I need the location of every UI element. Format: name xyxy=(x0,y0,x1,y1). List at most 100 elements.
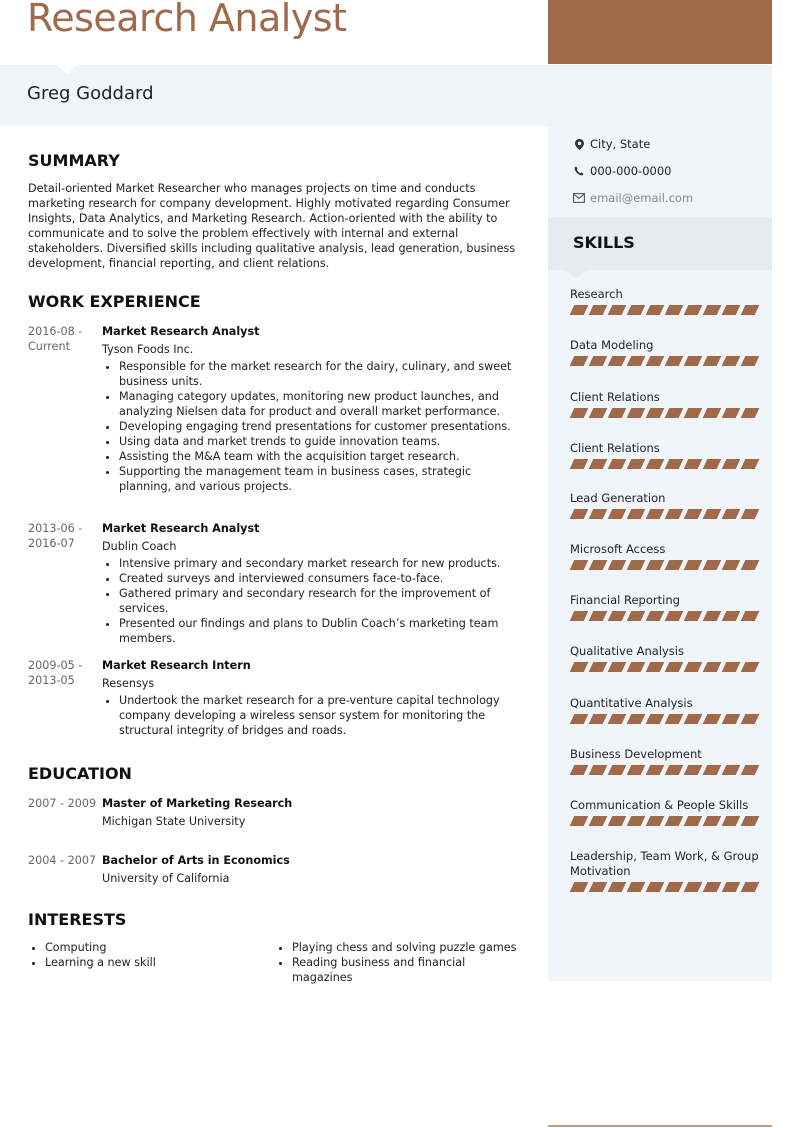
job-bullet: Responsible for the market research for … xyxy=(119,359,522,389)
skill-level-bar xyxy=(569,662,760,672)
skill-level-segment xyxy=(645,765,665,775)
skill-level-segment xyxy=(607,560,627,570)
skill-level-segment xyxy=(664,816,684,826)
skill-level-bar xyxy=(569,509,760,519)
skill-level-segment xyxy=(740,662,760,672)
skill-level-segment xyxy=(588,611,608,621)
skill-level-segment xyxy=(607,611,627,621)
skill-item: Microsoft Access xyxy=(569,542,760,570)
job-bullets: Undertook the market research for a pre-… xyxy=(102,693,522,738)
skill-level-segment xyxy=(740,459,760,469)
skill-level-bar xyxy=(569,560,760,570)
skill-label: Client Relations xyxy=(570,390,660,404)
skill-level-segment xyxy=(626,356,646,366)
skill-level-segment xyxy=(683,714,703,724)
job-bullet: Assisting the M&A team with the acquisit… xyxy=(119,449,522,464)
job-bullet: Using data and market trends to guide in… xyxy=(119,434,522,449)
skill-label: Communication & People Skills xyxy=(570,798,749,812)
job-role: Market Research Analyst xyxy=(102,325,260,338)
skill-level-segment xyxy=(721,816,741,826)
work-experience-heading: WORK EXPERIENCE xyxy=(28,292,201,311)
skill-level-segment xyxy=(645,509,665,519)
skill-item: Research xyxy=(569,287,760,315)
skill-level-segment xyxy=(588,882,608,892)
education-school: Michigan State University xyxy=(102,815,246,828)
skill-level-segment xyxy=(626,305,646,315)
skill-level-segment xyxy=(569,662,589,672)
skill-level-segment xyxy=(721,509,741,519)
job-date: 2016-08 - Current xyxy=(28,325,83,353)
job-bullet: Intensive primary and secondary market r… xyxy=(119,556,522,571)
skill-level-segment xyxy=(569,560,589,570)
skill-level-segment xyxy=(588,816,608,826)
skill-level-segment xyxy=(702,714,722,724)
job-date: 2009-05 - 2013-05 xyxy=(28,659,83,687)
skill-level-bar xyxy=(569,765,760,775)
skill-item: Communication & People Skills xyxy=(569,798,760,826)
education-heading: EDUCATION xyxy=(28,764,132,783)
skill-level-segment xyxy=(569,305,589,315)
skill-level-segment xyxy=(645,714,665,724)
skill-level-segment xyxy=(740,356,760,366)
skill-label: Data Modeling xyxy=(570,338,654,352)
skill-level-segment xyxy=(588,459,608,469)
location-text: City, State xyxy=(590,137,651,151)
email-text[interactable]: email@email.com xyxy=(590,191,693,205)
skill-level-segment xyxy=(626,509,646,519)
skill-level-segment xyxy=(664,560,684,570)
skill-level-segment xyxy=(702,459,722,469)
skill-level-segment xyxy=(645,662,665,672)
education-details: Bachelor of Arts in Economics University … xyxy=(102,853,522,886)
skill-level-segment xyxy=(683,459,703,469)
skill-level-segment xyxy=(645,408,665,418)
skill-level-segment xyxy=(607,765,627,775)
skill-level-segment xyxy=(740,408,760,418)
skill-level-segment xyxy=(664,305,684,315)
skill-level-segment xyxy=(664,611,684,621)
skill-item: Data Modeling xyxy=(569,338,760,366)
skill-level-segment xyxy=(721,662,741,672)
job-details: Market Research Analyst Tyson Foods Inc. R… xyxy=(102,324,522,494)
skill-item: Lead Generation xyxy=(569,491,760,519)
skill-item: Client Relations xyxy=(569,390,760,418)
skill-item: Client Relations xyxy=(569,441,760,469)
skill-level-bar xyxy=(569,714,760,724)
skill-level-segment xyxy=(645,459,665,469)
education-school: University of California xyxy=(102,872,230,885)
skill-level-segment xyxy=(664,882,684,892)
education-details: Master of Marketing Research Michigan Sta… xyxy=(102,796,522,829)
skill-level-segment xyxy=(740,305,760,315)
skill-level-segment xyxy=(645,356,665,366)
skill-level-segment xyxy=(683,356,703,366)
skill-level-segment xyxy=(664,714,684,724)
interests-column-1: ComputingLearning a new skill xyxy=(28,940,275,985)
skill-level-segment xyxy=(607,356,627,366)
contact-location: City, State xyxy=(573,137,650,151)
skill-level-segment xyxy=(740,509,760,519)
skill-item: Leadership, Team Work, & Group Motivatio… xyxy=(569,849,760,892)
summary-text: Detail-oriented Market Researcher who ma… xyxy=(28,182,516,270)
candidate-name: Greg Goddard xyxy=(27,83,154,104)
skill-level-segment xyxy=(645,305,665,315)
name-band-notch xyxy=(56,65,78,74)
skill-level-segment xyxy=(607,509,627,519)
skill-level-segment xyxy=(626,560,646,570)
skill-level-segment xyxy=(721,882,741,892)
skill-level-segment xyxy=(702,509,722,519)
envelope-icon xyxy=(573,192,585,204)
job-company: Tyson Foods Inc. xyxy=(102,343,194,356)
skill-level-segment xyxy=(569,408,589,418)
education-degree: Bachelor of Arts in Economics xyxy=(102,854,290,867)
job-company: Dublin Coach xyxy=(102,540,177,553)
skill-level-segment xyxy=(721,356,741,366)
skill-level-segment xyxy=(626,882,646,892)
skill-level-segment xyxy=(702,611,722,621)
phone-icon xyxy=(573,165,585,177)
skill-level-segment xyxy=(626,459,646,469)
skill-level-segment xyxy=(683,611,703,621)
skill-level-segment xyxy=(588,509,608,519)
education-date: 2004 - 2007 xyxy=(28,854,97,867)
contact-email[interactable]: email@email.com xyxy=(573,191,693,205)
skill-level-segment xyxy=(664,765,684,775)
skill-level-segment xyxy=(626,765,646,775)
